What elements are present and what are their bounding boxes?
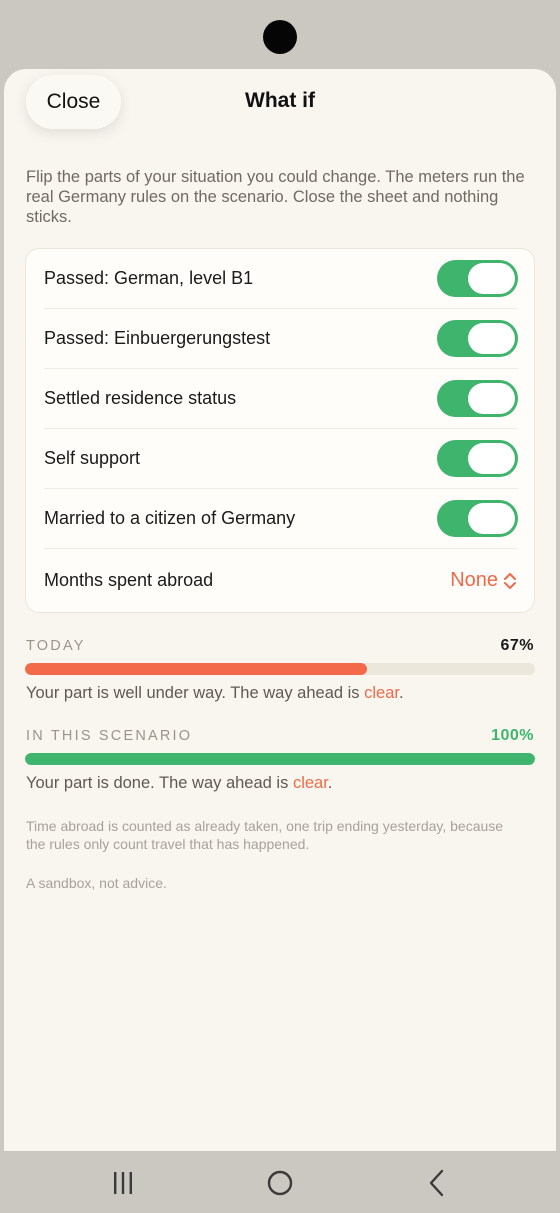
scenario-meter-percent: 100% bbox=[491, 727, 534, 744]
disclaimer: A sandbox, not advice. bbox=[26, 875, 167, 891]
chevron-up-down-icon bbox=[504, 572, 516, 589]
what-if-sheet: Close What if Flip the parts of your sit… bbox=[4, 69, 556, 1151]
toggle-knob bbox=[468, 443, 515, 474]
today-meter-text: Your part is well under way. The way ahe… bbox=[26, 684, 404, 702]
today-progress-fill bbox=[25, 663, 367, 675]
back-icon bbox=[429, 1169, 444, 1197]
months-abroad-label: Months spent abroad bbox=[44, 570, 214, 590]
scenario-meter-label: IN THIS SCENARIO bbox=[26, 728, 193, 744]
recent-apps-icon bbox=[114, 1172, 132, 1194]
months-abroad-row[interactable]: Months spent abroad None bbox=[44, 549, 518, 612]
scenario-progress-track bbox=[25, 753, 535, 765]
toggle-label: Settled residence status bbox=[44, 388, 237, 408]
sheet-title: What if bbox=[245, 89, 315, 112]
status-bar bbox=[0, 0, 560, 70]
back-button[interactable] bbox=[415, 1161, 459, 1205]
clear-link[interactable]: clear bbox=[364, 684, 399, 702]
footnote: Time abroad is counted as already taken,… bbox=[26, 818, 504, 852]
recent-apps-button[interactable] bbox=[101, 1161, 145, 1205]
scenario-card: Passed: German, level B1 Passed: Einbuer… bbox=[25, 248, 535, 613]
months-abroad-picker[interactable]: None bbox=[450, 569, 518, 592]
self-support-toggle[interactable] bbox=[437, 440, 518, 477]
toggle-label: Passed: German, level B1 bbox=[44, 268, 254, 288]
toggle-label: Self support bbox=[44, 448, 141, 468]
toggle-knob bbox=[468, 323, 515, 354]
scenario-meter-text: Your part is done. The way ahead is clea… bbox=[26, 774, 333, 792]
toggle-label: Married to a citizen of Germany bbox=[44, 508, 296, 528]
scenario-progress-fill bbox=[25, 753, 535, 765]
german-b1-toggle[interactable] bbox=[437, 260, 518, 297]
front-camera bbox=[263, 20, 297, 54]
intro-text: Flip the parts of your situation you cou… bbox=[26, 168, 525, 226]
toggle-row-settled-residence[interactable]: Settled residence status bbox=[44, 369, 518, 429]
today-meter-percent: 67% bbox=[500, 637, 534, 654]
toggle-row-self-support[interactable]: Self support bbox=[44, 429, 518, 489]
toggle-row-einbuergerungstest[interactable]: Passed: Einbuergerungstest bbox=[44, 309, 518, 369]
system-nav-bar bbox=[0, 1151, 560, 1213]
months-abroad-value: None bbox=[450, 569, 498, 591]
toggle-row-married[interactable]: Married to a citizen of Germany bbox=[44, 489, 518, 549]
today-progress-track bbox=[25, 663, 535, 675]
home-icon bbox=[267, 1170, 293, 1196]
toggle-knob bbox=[468, 383, 515, 414]
toggle-knob bbox=[468, 263, 515, 294]
einbuergerungstest-toggle[interactable] bbox=[437, 320, 518, 357]
toggle-knob bbox=[468, 503, 515, 534]
toggle-label: Passed: Einbuergerungstest bbox=[44, 328, 271, 348]
today-meter-label: TODAY bbox=[26, 638, 86, 654]
settled-residence-toggle[interactable] bbox=[437, 380, 518, 417]
married-toggle[interactable] bbox=[437, 500, 518, 537]
toggle-row-german-b1[interactable]: Passed: German, level B1 bbox=[44, 249, 518, 309]
clear-link[interactable]: clear bbox=[293, 774, 328, 792]
home-button[interactable] bbox=[258, 1161, 302, 1205]
